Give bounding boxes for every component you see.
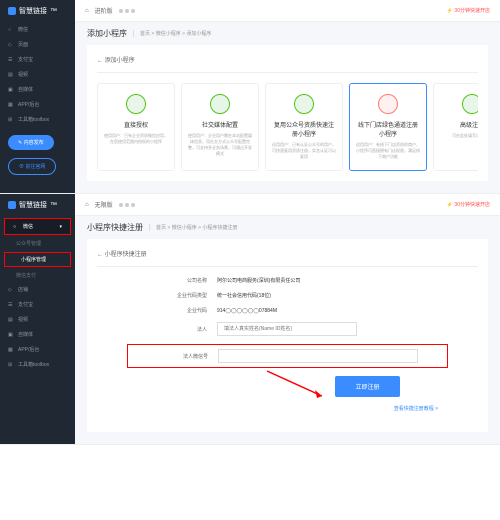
sidebar-bottom: 智慧链接™ ○微信▾ 公众号管理 小程序管理 微信支付 ◇店铺 ☰支付宝 ▤视频… xyxy=(0,194,75,444)
card-reuse-qual[interactable]: 复用公众号资质快速注册小程序适用用户：已有认证公众号的用户，可快速复用资质注册，… xyxy=(265,83,343,171)
card-direct-auth[interactable]: 直接授权使用用户：已有企业资质微信应用，在您使用范围内授权的小程序 xyxy=(97,83,175,171)
card-offline-store[interactable]: 线下门店绿色通道注册小程序适用用户：有线下门店资质的商户，小程序可直接拥有门店权… xyxy=(349,83,427,171)
nav-sub-account[interactable]: 公众号管理 xyxy=(0,237,75,250)
brand-logo: 智慧链接™ xyxy=(0,0,75,22)
legal-wechat-input[interactable] xyxy=(218,349,418,363)
version-label: 进阶版 xyxy=(95,6,113,15)
topbar: ⌂ 进阶版 ⚡ 30分钟快速开店 xyxy=(75,0,500,22)
nav-app[interactable]: ▦APP/后台 xyxy=(0,97,75,112)
main-bottom: ⌂ 无限版 ⚡ 30分钟快速开店 小程序快捷注册 首页 > 微信小程序 > 小程序… xyxy=(75,194,500,444)
home-icon[interactable]: ⌂ xyxy=(85,202,89,208)
home-icon[interactable]: ⌂ xyxy=(85,8,89,14)
sidebar-top: 智慧链接™ ○微信 ◇页面 ☰支付宝 ▤视频 ▣自媒体 ▦APP/后台 ⊞工具箱… xyxy=(0,0,75,193)
method-cards: 直接授权使用用户：已有企业资质微信应用，在您使用范围内授权的小程序 社交媒体配置… xyxy=(97,73,478,171)
quick-shop-link[interactable]: ⚡ 30分钟快速开店 xyxy=(447,201,490,208)
nav-sub-pay[interactable]: 微信支付 xyxy=(0,269,75,282)
page-title: 小程序快捷注册 xyxy=(87,222,143,233)
brand-logo: 智慧链接™ xyxy=(0,194,75,216)
code-value: 914◯◯◯◯◯◯07884M xyxy=(217,308,478,314)
nav-toolbox[interactable]: ⊞工具箱toolbox xyxy=(0,112,75,127)
back-link[interactable]: ← 添加小程序 xyxy=(97,55,478,73)
register-form: 公司名称阿尔公司电商服务(深圳)有限责任公司 企业代码类型统一社会信用代码(18… xyxy=(97,267,478,422)
register-button[interactable]: 立即注册 xyxy=(335,376,399,397)
tutorial-link[interactable]: 查看快捷注册教程 > xyxy=(97,405,478,412)
quick-shop-link[interactable]: ⚡ 30分钟快速开店 xyxy=(447,7,490,14)
nav-toolbox[interactable]: ⊞工具箱toolbox xyxy=(0,357,75,372)
nav-wechat[interactable]: ○微信 xyxy=(0,22,75,37)
nav-page[interactable]: ◇页面 xyxy=(0,37,75,52)
breadcrumb: 小程序快捷注册 首页 > 微信小程序 > 小程序快捷注册 xyxy=(75,216,500,239)
card-social-config[interactable]: 社交媒体配置使用用户：企业用户需在本站配置媒体信息，用社交方式公众号配置完整，可… xyxy=(181,83,259,171)
nav-alipay[interactable]: ☰支付宝 xyxy=(0,297,75,312)
back-link[interactable]: ← 小程序快捷注册 xyxy=(97,249,478,267)
version-label: 无限版 xyxy=(95,200,113,209)
site-button[interactable]: ⊕ 前往官网 xyxy=(8,158,56,175)
breadcrumb: 添加小程序 首页 > 微信小程序 > 添加小程序 xyxy=(75,22,500,45)
nav-app[interactable]: ▦APP/后台 xyxy=(0,342,75,357)
wechat-icon: ○ xyxy=(13,224,19,230)
nav-video[interactable]: ▤视频 xyxy=(0,312,75,327)
nav-wechat-active[interactable]: ○微信▾ xyxy=(4,218,71,235)
type-value: 统一社会信用代码(18位) xyxy=(217,292,478,299)
page-title: 添加小程序 xyxy=(87,28,127,39)
nav-media[interactable]: ▣自媒体 xyxy=(0,82,75,97)
nav-shop[interactable]: ◇店铺 xyxy=(0,282,75,297)
nav-media[interactable]: ▣自媒体 xyxy=(0,327,75,342)
card-advanced[interactable]: 高级注册可在此处填写详细资料 xyxy=(433,83,478,171)
company-value: 阿尔公司电商服务(深圳)有限责任公司 xyxy=(217,277,478,284)
nav-list: ○微信 ◇页面 ☰支付宝 ▤视频 ▣自媒体 ▦APP/后台 ⊞工具箱toolbo… xyxy=(0,22,75,127)
nav-sub-miniprogram[interactable]: 小程序管理 xyxy=(4,252,71,267)
wechat-icon: ○ xyxy=(8,27,14,33)
publish-button[interactable]: ✎ 内容发布 xyxy=(8,135,54,150)
main-top: ⌂ 进阶版 ⚡ 30分钟快速开店 添加小程序 首页 > 微信小程序 > 添加小程序… xyxy=(75,0,500,193)
nav-alipay[interactable]: ☰支付宝 xyxy=(0,52,75,67)
topbar: ⌂ 无限版 ⚡ 30分钟快速开店 xyxy=(75,194,500,216)
nav-video[interactable]: ▤视频 xyxy=(0,67,75,82)
legal-name-input[interactable] xyxy=(217,322,357,336)
